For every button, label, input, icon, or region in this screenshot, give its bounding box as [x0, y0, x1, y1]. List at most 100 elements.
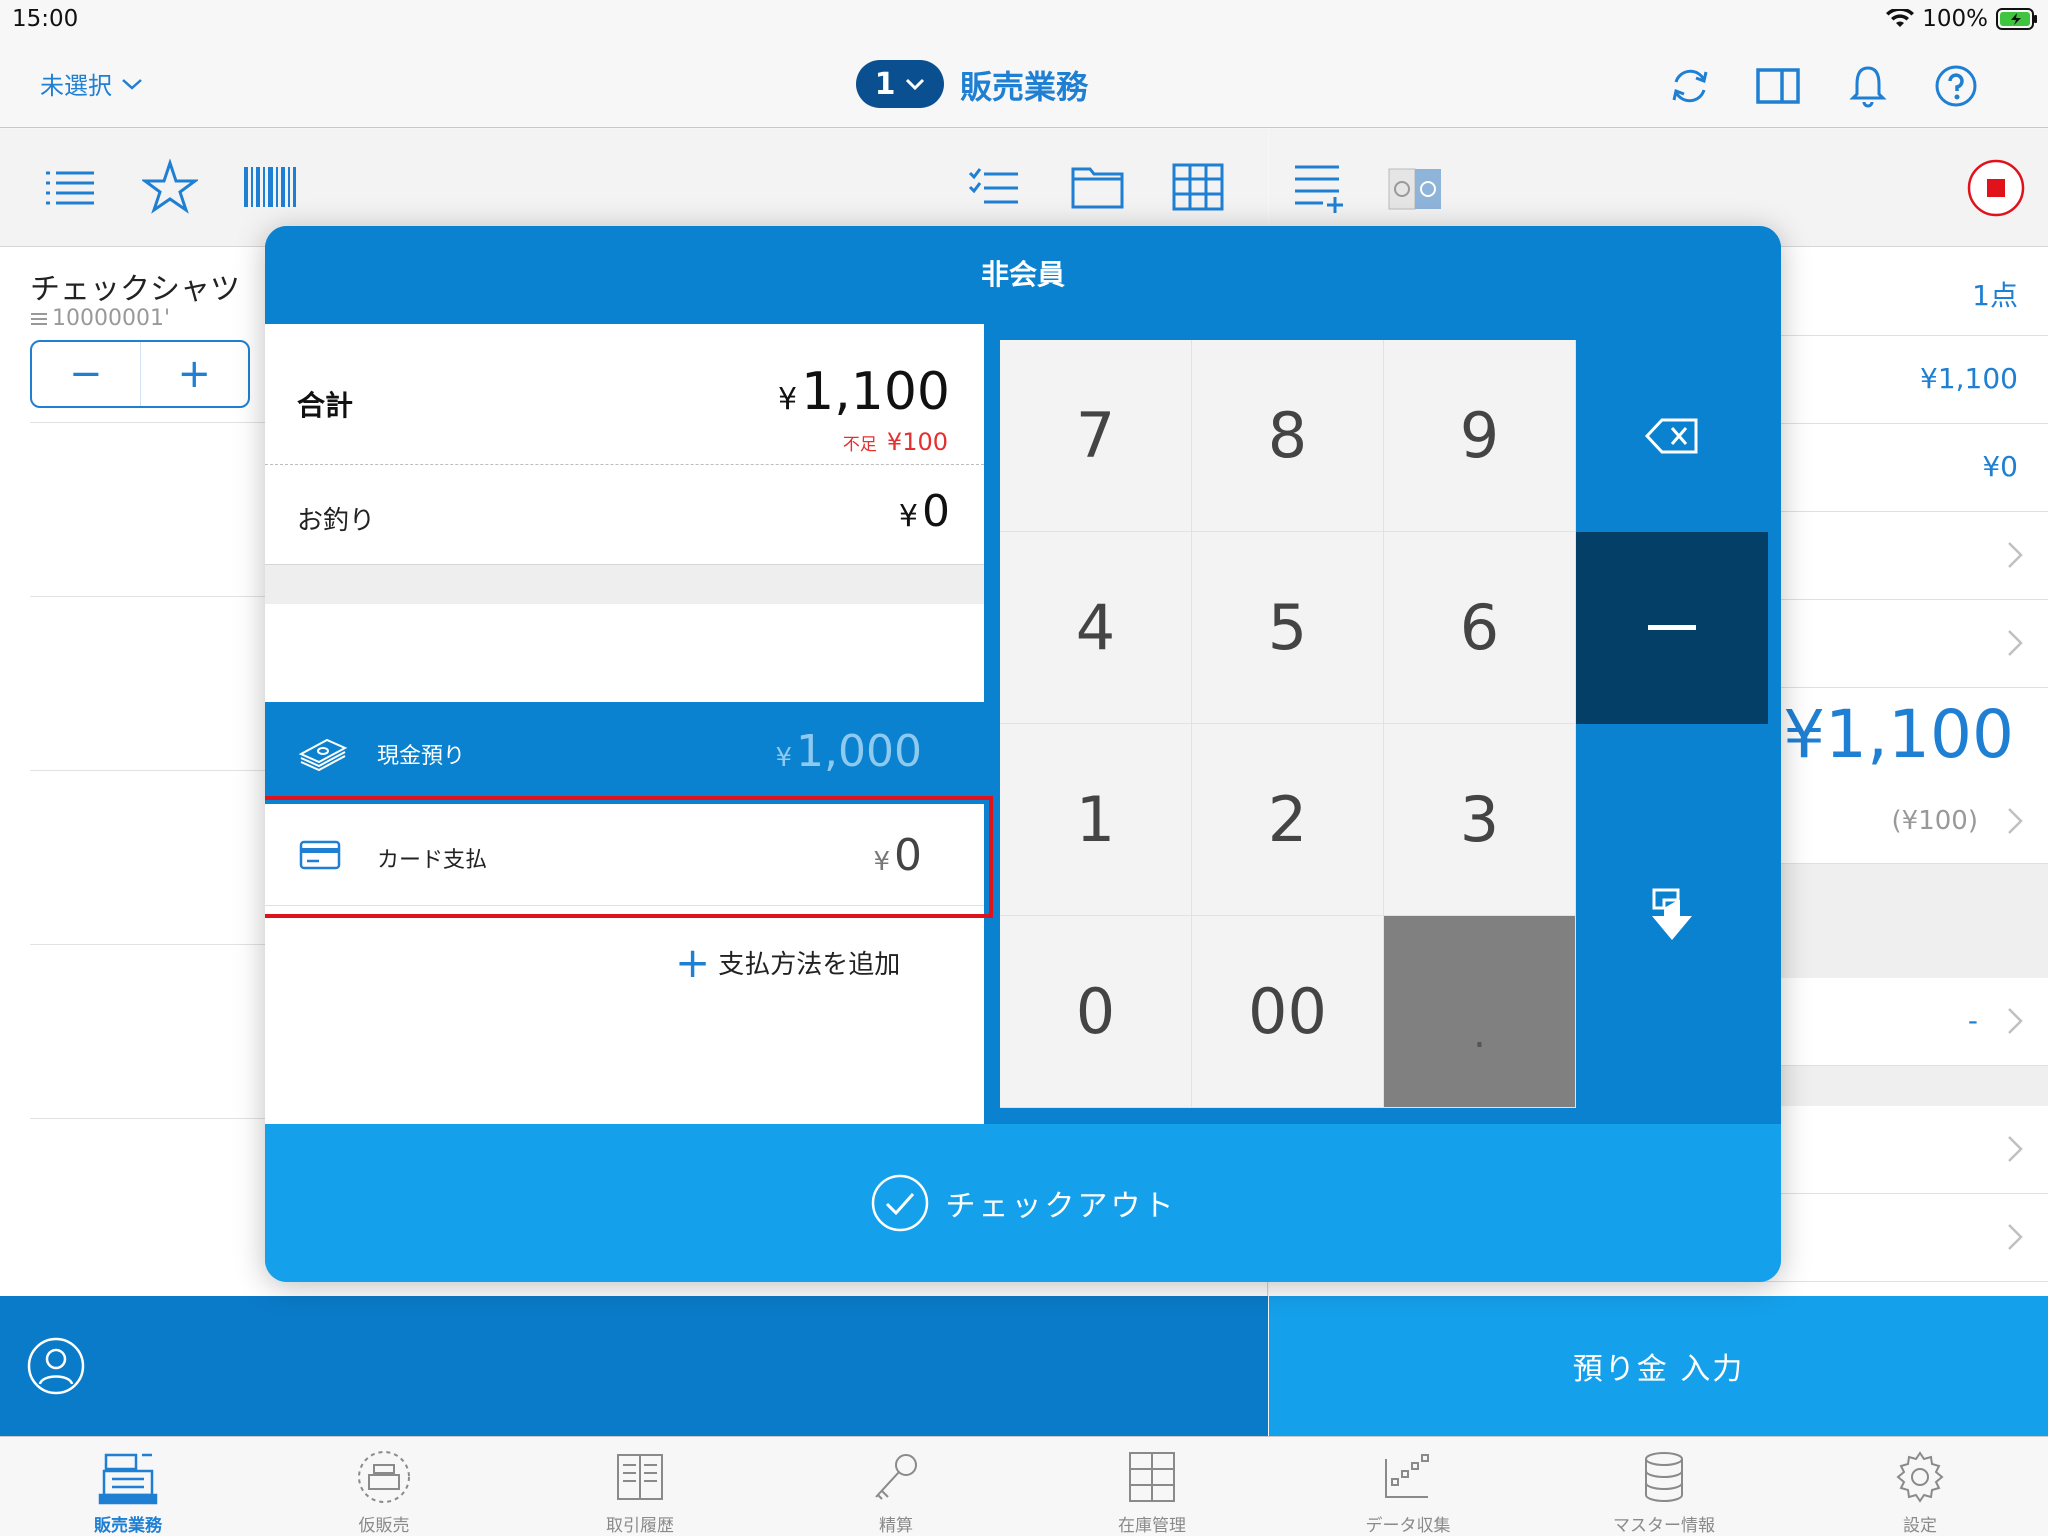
key-0[interactable]: 0 [1000, 916, 1192, 1108]
item-code-value: 10000001' [52, 306, 171, 331]
database-icon [1634, 1449, 1694, 1505]
backspace-icon [1644, 416, 1700, 456]
chevron-right-icon [2006, 1222, 2024, 1252]
key-00[interactable]: 00 [1192, 916, 1384, 1108]
checklist-icon[interactable] [966, 159, 1022, 215]
stop-icon[interactable] [1967, 159, 2025, 217]
battery-icon [1996, 8, 2038, 30]
checkout-label: チェックアウト [945, 1189, 1177, 1224]
yen-symbol: ¥ [898, 499, 918, 534]
key-5[interactable]: 5 [1192, 532, 1384, 724]
page-title: 販売業務 [960, 68, 1089, 106]
increment-button[interactable]: + [139, 342, 249, 406]
key-1[interactable]: 1 [1000, 724, 1192, 916]
tab-sales[interactable]: 販売業務 [0, 1437, 256, 1536]
status-indicators: 100% [1886, 6, 2038, 32]
discount-value: ¥0 [1982, 450, 2018, 483]
tab-label: 設定 [1903, 1516, 1937, 1536]
payment-modal: 非会員 合計 ¥1,100 不足 ¥100 お釣り ¥0 現金預り ¥1,000 … [265, 226, 1781, 1282]
tab-data-collection[interactable]: データ収集 [1280, 1437, 1536, 1536]
customer-bar [0, 1296, 1268, 1436]
battery-percent: 100% [1922, 6, 1988, 32]
tab-label: 取引履歴 [606, 1516, 674, 1536]
minus-icon [1648, 624, 1696, 632]
payment-row-card[interactable]: カード支払 ¥0 [265, 796, 993, 918]
chevron-down-icon [905, 77, 925, 91]
sync-icon[interactable] [1666, 62, 1714, 110]
tab-label: データ収集 [1365, 1516, 1451, 1536]
check-circle-icon [870, 1173, 930, 1233]
register-icon [98, 1449, 158, 1505]
wifi-icon [1886, 9, 1915, 29]
enter-icon [1646, 886, 1698, 946]
quantity-stepper: − + [30, 340, 250, 408]
plus-icon: + [675, 937, 711, 987]
customer-avatar-icon[interactable] [26, 1336, 86, 1396]
subtotal-value: ¥1,100 [1920, 362, 2018, 395]
enter-button[interactable] [1576, 724, 1768, 1108]
item-name[interactable]: チェックシャツ [30, 264, 240, 308]
tab-settlement[interactable]: 精算 [768, 1437, 1024, 1536]
bell-icon[interactable] [1844, 62, 1892, 110]
cash-amount: 1,000 [796, 726, 922, 777]
yen-symbol: ¥ [775, 743, 793, 773]
checkout-button[interactable]: チェックアウト [265, 1124, 1781, 1282]
chevron-right-icon [2006, 806, 2024, 836]
key-2[interactable]: 2 [1192, 724, 1384, 916]
inventory-icon [1122, 1449, 1182, 1505]
numeric-keypad: 7 8 9 4 5 6 1 2 3 0 00 . [1000, 340, 1576, 1108]
payment-summary: 合計 ¥1,100 不足 ¥100 お釣り ¥0 現金預り ¥1,000 カード支… [265, 324, 993, 1124]
key-3[interactable]: 3 [1384, 724, 1576, 916]
change-value: ¥0 [899, 486, 950, 537]
list-icon[interactable] [42, 159, 98, 215]
shortage-indicator: 不足 ¥100 [843, 428, 948, 456]
tab-inventory[interactable]: 在庫管理 [1024, 1437, 1280, 1536]
backspace-button[interactable] [1576, 340, 1768, 532]
payment-row-cash[interactable]: 現金預り ¥1,000 [265, 702, 984, 804]
key-8[interactable]: 8 [1192, 340, 1384, 532]
data-collect-icon [1378, 1449, 1438, 1505]
total-label: 合計 [297, 389, 354, 422]
tab-master-info[interactable]: マスター情報 [1536, 1437, 1792, 1536]
key-7[interactable]: 7 [1000, 340, 1192, 532]
folder-icon[interactable] [1070, 159, 1126, 215]
barcode-icon[interactable] [242, 159, 298, 215]
key-decimal[interactable]: . [1384, 916, 1576, 1108]
total-amount: 1,100 [801, 362, 950, 422]
star-icon[interactable] [142, 159, 198, 215]
grid-icon[interactable] [1170, 159, 1226, 215]
chevron-right-icon [2006, 1006, 2024, 1036]
minus-button[interactable] [1576, 532, 1768, 724]
help-icon[interactable] [1932, 62, 1980, 110]
register-selector[interactable]: 1 [856, 60, 944, 108]
shortage-amount: (¥100) [1891, 806, 1978, 836]
section-gap [265, 564, 984, 604]
tab-label: 在庫管理 [1118, 1516, 1186, 1536]
modal-title: 非会員 [265, 226, 1781, 324]
highlight-box [265, 796, 993, 918]
yen-symbol: ¥ [778, 382, 798, 417]
tab-temp-sale[interactable]: 仮販売 [256, 1437, 512, 1536]
key-9[interactable]: 9 [1384, 340, 1576, 532]
change-amount: 0 [922, 486, 950, 537]
item-code: 10000001' [30, 306, 170, 331]
add-line-icon[interactable] [1291, 159, 1347, 215]
tab-label: 精算 [879, 1516, 913, 1536]
customer-select[interactable]: 未選択 [40, 66, 144, 101]
key-6[interactable]: 6 [1384, 532, 1576, 724]
tab-history[interactable]: 取引履歴 [512, 1437, 768, 1536]
tab-label: 販売業務 [94, 1516, 162, 1536]
shortage-value: ¥100 [886, 428, 948, 456]
selection-pointer [955, 728, 981, 780]
tab-settings[interactable]: 設定 [1792, 1437, 2048, 1536]
split-view-icon[interactable] [1754, 62, 1802, 110]
cash-icon [297, 732, 349, 772]
toggle-select-icon[interactable] [1385, 165, 1445, 213]
key-4[interactable]: 4 [1000, 532, 1192, 724]
shortage-label: 不足 [842, 435, 877, 455]
add-payment-method-button[interactable]: + 支払方法を追加 [675, 937, 901, 987]
temp-sale-icon [354, 1449, 414, 1505]
add-payment-label: 支払方法を追加 [718, 950, 901, 980]
change-label: お釣り [297, 506, 376, 536]
decrement-button[interactable]: − [32, 342, 140, 406]
